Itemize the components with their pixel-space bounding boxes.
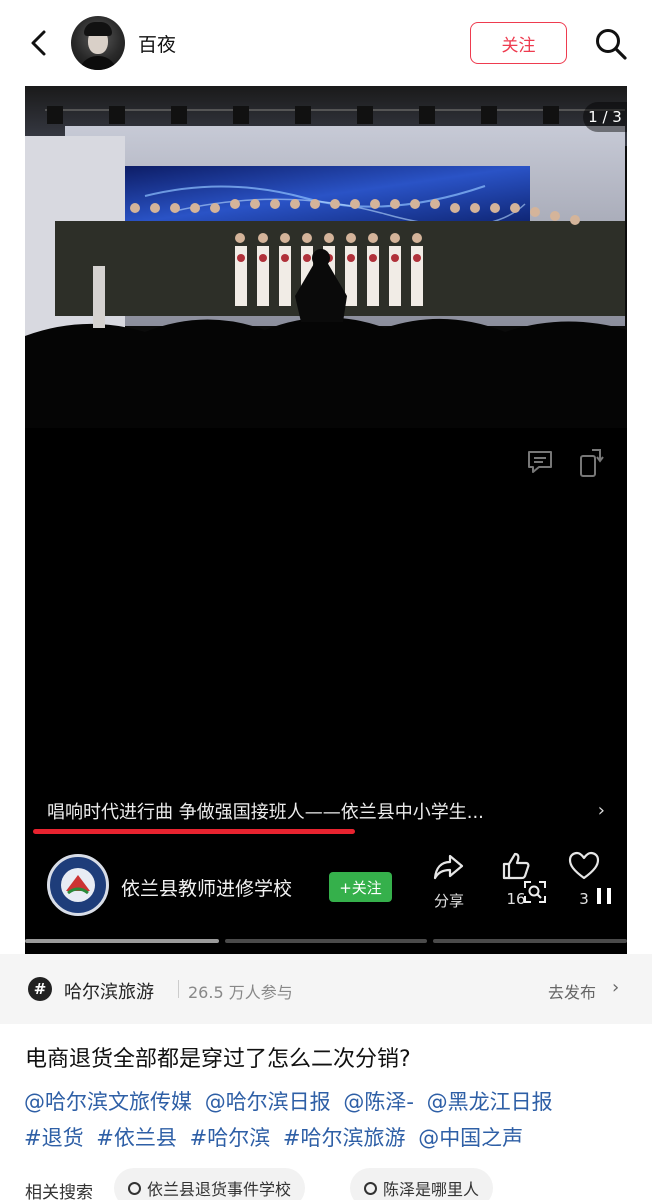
page-indicator-1	[25, 939, 219, 943]
tag-link[interactable]: @黑龙江日报	[427, 1090, 553, 1114]
tag-link[interactable]: @陈泽-	[343, 1090, 414, 1114]
author-name[interactable]: 依兰县教师进修学校	[121, 874, 292, 901]
search-icon	[364, 1181, 377, 1195]
topic-publish-link[interactable]: 去发布	[548, 979, 596, 1003]
follow-button[interactable]: 关注	[470, 22, 567, 64]
tag-link[interactable]: #退货	[24, 1126, 84, 1150]
caption-text: 唱响时代进行曲 争做强国接班人——依兰县中小学生...	[47, 802, 484, 823]
tag-link[interactable]: #哈尔滨	[190, 1126, 271, 1150]
related-search-chip[interactable]: 陈泽是哪里人	[350, 1168, 494, 1200]
top-bar: 百夜 关注	[0, 0, 652, 86]
post-title: 电商退货全部都是穿过了怎么二次分销?	[25, 1047, 411, 1072]
scan-search-icon[interactable]	[523, 880, 547, 904]
search-icon[interactable]	[594, 27, 628, 61]
tag-link[interactable]: @哈尔滨日报	[205, 1090, 331, 1114]
tag-link[interactable]: @哈尔滨文旅传媒	[24, 1090, 192, 1114]
topic-bar[interactable]: # 哈尔滨旅游 26.5 万人参与 去发布 ›	[0, 954, 652, 1024]
hashtag-icon: #	[28, 977, 52, 1001]
page-indicator-2	[225, 939, 427, 943]
video-caption[interactable]: 唱响时代进行曲 争做强国接班人——依兰县中小学生... ›	[47, 798, 627, 828]
related-search-text: 依兰县退货事件学校	[147, 1180, 292, 1199]
heart-icon	[568, 851, 600, 880]
related-search-text: 陈泽是哪里人	[383, 1180, 480, 1199]
tag-link[interactable]: #依兰县	[96, 1126, 177, 1150]
share-action[interactable]: 分享	[425, 850, 473, 911]
share-icon	[433, 854, 464, 880]
page-counter: 1 / 3	[583, 102, 627, 132]
chevron-right-icon: ›	[612, 977, 620, 998]
avatar[interactable]	[71, 16, 125, 70]
media-viewer[interactable]: 1 / 3 唱响时代进行曲 争做强国接班人——依兰县中小学生... › 依兰县教…	[25, 86, 627, 954]
tag-link[interactable]: @中国之声	[418, 1126, 523, 1150]
rotate-screen-icon[interactable]	[576, 446, 606, 478]
topic-participants: 26.5 万人参与	[188, 983, 293, 1002]
related-search-chip[interactable]: 依兰县退货事件学校	[114, 1168, 306, 1200]
tag-link[interactable]: #哈尔滨旅游	[283, 1126, 406, 1150]
concert-photo	[25, 86, 627, 428]
post-tags: @哈尔滨文旅传媒 @哈尔滨日报 @陈泽- @黑龙江日报 #退货 #依兰县 #哈尔…	[24, 1084, 634, 1156]
related-searches: 相关搜索 依兰县退货事件学校 陈泽是哪里人	[0, 1164, 652, 1200]
thumbs-up-icon	[502, 852, 530, 880]
danmaku-icon[interactable]	[525, 448, 555, 476]
author-follow-button[interactable]: +关注	[329, 872, 392, 902]
pause-icon[interactable]	[591, 883, 617, 909]
related-label: 相关搜索	[25, 1183, 93, 1200]
topic-divider	[178, 980, 179, 998]
school-logo[interactable]	[47, 854, 109, 916]
back-arrow-icon[interactable]	[24, 26, 54, 60]
topic-name: 哈尔滨旅游	[64, 982, 154, 1003]
share-label: 分享	[433, 892, 464, 910]
username[interactable]: 百夜	[138, 30, 176, 57]
search-icon	[128, 1181, 141, 1195]
page-indicator	[25, 939, 627, 943]
page-indicator-3	[433, 939, 627, 943]
caption-chevron-icon: ›	[597, 800, 605, 821]
video-progress-bar[interactable]	[33, 829, 355, 834]
author-row: 依兰县教师进修学校 +关注 分享 16 3	[25, 850, 627, 916]
